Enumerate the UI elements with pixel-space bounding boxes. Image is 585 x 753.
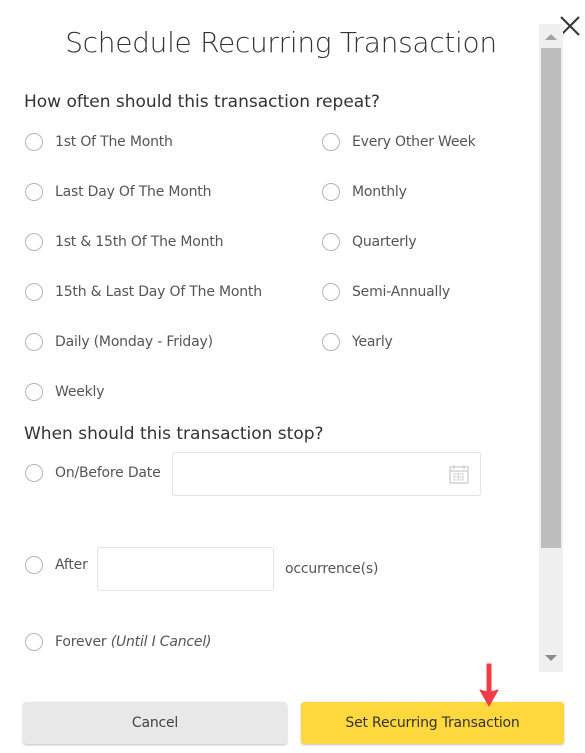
scroll-up-arrow-icon[interactable] — [545, 34, 557, 40]
radio-yearly[interactable]: Yearly — [322, 333, 393, 351]
radio-label: Forever (Until I Cancel) — [55, 634, 211, 650]
cancel-button[interactable]: Cancel — [23, 702, 287, 744]
occurrences-field[interactable] — [97, 547, 274, 591]
radio-button[interactable] — [322, 233, 340, 251]
radio-button[interactable] — [25, 183, 43, 201]
forever-note: (Until I Cancel) — [110, 634, 212, 650]
radio-button[interactable] — [25, 133, 43, 151]
radio-1st-and-15th[interactable]: 1st & 15th Of The Month — [25, 233, 224, 251]
dialog-title: Schedule Recurring Transaction — [65, 26, 497, 59]
repeat-heading: How often should this transaction repeat… — [24, 92, 380, 112]
radio-button[interactable] — [322, 333, 340, 351]
radio-1st-of-month[interactable]: 1st Of The Month — [25, 133, 173, 151]
radio-label: After — [55, 557, 88, 573]
radio-quarterly[interactable]: Quarterly — [322, 233, 417, 251]
radio-button[interactable] — [322, 183, 340, 201]
radio-button[interactable] — [322, 283, 340, 301]
forever-label: Forever — [55, 634, 107, 650]
occurrences-input[interactable] — [98, 548, 273, 590]
radio-button[interactable] — [25, 633, 43, 651]
radio-monthly[interactable]: Monthly — [322, 183, 407, 201]
radio-label: Weekly — [55, 384, 105, 400]
radio-button[interactable] — [322, 133, 340, 151]
radio-label: Last Day Of The Month — [55, 184, 212, 200]
radio-15th-and-last-day[interactable]: 15th & Last Day Of The Month — [25, 283, 262, 301]
schedule-recurring-dialog: Schedule Recurring Transaction How often… — [0, 0, 585, 753]
radio-label: Yearly — [352, 334, 393, 350]
radio-forever[interactable]: Forever (Until I Cancel) — [25, 633, 211, 651]
set-recurring-transaction-button[interactable]: Set Recurring Transaction — [301, 702, 564, 744]
scroll-thumb[interactable] — [541, 48, 561, 548]
radio-every-other-week[interactable]: Every Other Week — [322, 133, 476, 151]
radio-label: Semi-Annually — [352, 284, 451, 300]
end-date-input[interactable] — [173, 453, 480, 495]
radio-weekly[interactable]: Weekly — [25, 383, 105, 401]
end-date-field[interactable] — [172, 452, 481, 496]
radio-button[interactable] — [25, 283, 43, 301]
radio-label: 1st & 15th Of The Month — [55, 234, 224, 250]
radio-last-day-of-month[interactable]: Last Day Of The Month — [25, 183, 211, 201]
radio-button[interactable] — [25, 556, 43, 574]
radio-label: Every Other Week — [352, 134, 476, 150]
scroll-down-arrow-icon[interactable] — [545, 655, 557, 661]
radio-on-before-date[interactable]: On/Before Date — [25, 464, 161, 482]
occurrences-suffix: occurrence(s) — [285, 561, 379, 577]
calendar-icon[interactable] — [448, 463, 470, 485]
radio-label: Daily (Monday - Friday) — [55, 334, 213, 350]
radio-button[interactable] — [25, 333, 43, 351]
radio-button[interactable] — [25, 464, 43, 482]
radio-daily[interactable]: Daily (Monday - Friday) — [25, 333, 213, 351]
radio-semi-annually[interactable]: Semi-Annually — [322, 283, 450, 301]
stop-heading: When should this transaction stop? — [24, 424, 324, 444]
scrollbar[interactable] — [539, 24, 563, 672]
radio-label: 15th & Last Day Of The Month — [55, 284, 262, 300]
radio-label: Monthly — [352, 184, 407, 200]
radio-label: On/Before Date — [55, 465, 161, 481]
radio-label: Quarterly — [352, 234, 417, 250]
radio-after[interactable]: After — [25, 556, 88, 574]
radio-label: 1st Of The Month — [55, 134, 173, 150]
radio-button[interactable] — [25, 233, 43, 251]
radio-button[interactable] — [25, 383, 43, 401]
